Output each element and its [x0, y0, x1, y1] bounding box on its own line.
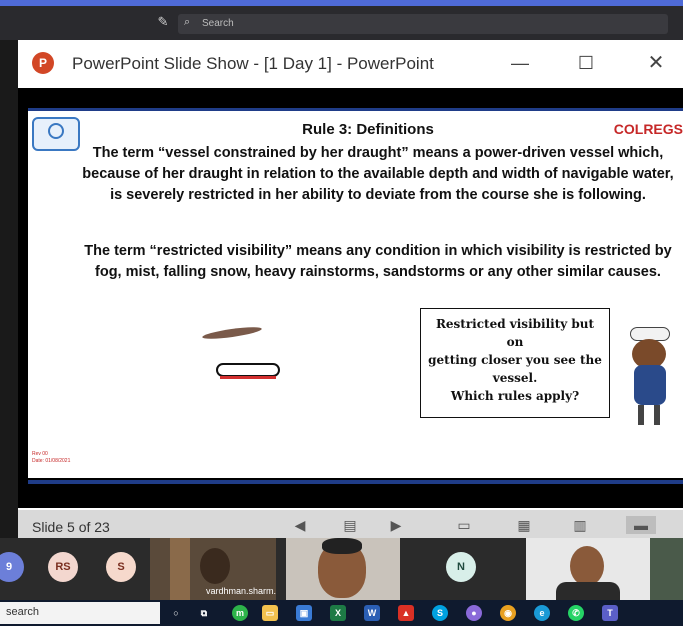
slide-show-area[interactable]: Rule 3: Definitions COLREGS The term “ve… — [18, 88, 683, 508]
ship-silhouette-image — [201, 324, 263, 342]
powerpoint-icon: P — [32, 52, 54, 74]
chrome-icon[interactable]: ◉ — [500, 605, 516, 621]
windows-taskbar: search ○ ⧉ m ▭ ▣ X W ▲ S ● ◉ e ✆ T — [0, 600, 683, 626]
file-explorer-icon[interactable]: ▭ — [262, 605, 278, 621]
slide-sorter-icon[interactable]: ▤ — [340, 516, 360, 534]
participants-strip: 9 RS S vardhman.sharm... N — [0, 538, 683, 600]
sailor-cartoon-image — [624, 321, 674, 431]
participant-video-tile[interactable] — [650, 538, 683, 600]
app-icon[interactable]: m — [232, 605, 248, 621]
bubble-line: getting closer you see the — [428, 353, 602, 367]
app-icon[interactable]: ▣ — [296, 605, 312, 621]
search-icon: ⌕ — [184, 16, 191, 28]
teams-icon[interactable]: T — [602, 605, 618, 621]
powerpoint-window: P PowerPoint Slide Show - [1 Day 1] - Po… — [18, 40, 683, 510]
slide-counter: Slide 5 of 23 — [32, 519, 110, 535]
taskbar-search-text: search — [6, 606, 40, 618]
window-title: PowerPoint Slide Show - [1 Day 1] - Powe… — [72, 54, 434, 73]
reading-view-icon[interactable]: ▥ — [570, 516, 590, 534]
compose-icon[interactable]: ✎ — [155, 14, 171, 30]
word-icon[interactable]: W — [364, 605, 380, 621]
previous-slide-icon[interactable]: ◀ — [290, 516, 310, 534]
participant-avatar[interactable]: S — [106, 552, 136, 582]
cortana-icon[interactable]: ○ — [168, 605, 184, 621]
definition-paragraph-1: The term “vessel constrained by her drau… — [82, 145, 674, 203]
slide-bottom-rule — [28, 480, 683, 484]
participant-avatar[interactable]: N — [446, 552, 476, 582]
participant-video-tile[interactable] — [286, 538, 400, 600]
bubble-line: Restricted visibility but — [435, 317, 595, 331]
normal-view-icon[interactable]: ▭ — [454, 516, 474, 534]
minimize-button[interactable]: — — [500, 48, 540, 78]
window-titlebar: P PowerPoint Slide Show - [1 Day 1] - Po… — [18, 40, 683, 88]
whatsapp-icon[interactable]: ✆ — [568, 605, 584, 621]
participant-avatar[interactable]: 9 — [0, 552, 24, 582]
colregs-tag: COLREGS — [613, 121, 683, 137]
slide-footer-note: Rev 00 Date: 01/08/2021 — [32, 451, 71, 464]
slideshow-view-icon[interactable]: ▬ — [626, 516, 656, 534]
vessel-outline-image — [216, 363, 280, 379]
grid-view-icon[interactable]: ▦ — [514, 516, 534, 534]
bubble-line: on — [506, 335, 524, 349]
participant-avatar[interactable]: RS — [48, 552, 78, 582]
participant-name: vardhman.sharm... — [206, 586, 276, 596]
slide: Rule 3: Definitions COLREGS The term “ve… — [28, 108, 683, 478]
bubble-line: vessel. — [492, 371, 538, 385]
participant-video-tile[interactable]: vardhman.sharm... — [150, 538, 276, 600]
app-icon[interactable]: ● — [466, 605, 482, 621]
taskbar-search-input[interactable]: search — [0, 602, 160, 624]
pdf-icon[interactable]: ▲ — [398, 605, 414, 621]
meeting-top-bar: ✎ ⌕ Search — [0, 0, 683, 40]
skype-icon[interactable]: S — [432, 605, 448, 621]
slide-title: Rule 3: Definitions — [302, 121, 434, 138]
task-view-icon[interactable]: ⧉ — [196, 605, 212, 621]
next-slide-icon[interactable]: ▶ — [386, 516, 406, 534]
participant-video-tile[interactable] — [526, 538, 650, 600]
speech-bubble: Restricted visibility but on getting clo… — [420, 308, 610, 418]
edge-icon[interactable]: e — [534, 605, 550, 621]
bubble-line: Which rules apply? — [450, 389, 580, 403]
slideshow-status-bar: Slide 5 of 23 ◀ ▤ ▶ ▭ ▦ ▥ ▬ — [18, 510, 683, 538]
close-button[interactable]: ✕ — [636, 48, 676, 78]
meeting-search-input[interactable]: ⌕ Search — [178, 14, 668, 34]
definition-paragraph-2: The term “restricted visibility” means a… — [84, 243, 672, 280]
excel-icon[interactable]: X — [330, 605, 346, 621]
search-placeholder: Search — [202, 18, 234, 29]
maximize-button[interactable]: ☐ — [566, 48, 606, 78]
